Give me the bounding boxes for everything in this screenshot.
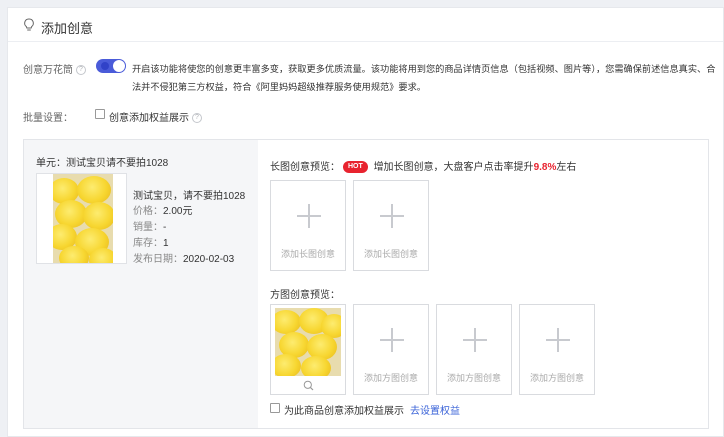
product-thumbnail [36,173,127,264]
square-preview-title: 方图创意预览： [270,290,340,301]
add-square-creative-slot[interactable]: 添加方图创意 [436,304,512,395]
batch-rights-checkbox[interactable] [95,109,105,119]
product-name: 测试宝贝，请不要拍1028 [133,191,246,202]
long-preview-title: 长图创意预览： HOT 增加长图创意，大盘客户点击率提升9.8%左右 [270,161,577,174]
page-header: 添加创意 [8,8,723,42]
product-price: 价格：2.00元 [133,206,193,217]
add-long-creative-slot[interactable]: 添加长图创意 [353,180,429,271]
unit-title: 单元：测试宝贝请不要拍1028 [36,158,169,169]
creative-switch-description: 开启该功能将使您的创意更丰富多变，获取更多优质流量。该功能将用到您的商品详情页信… [132,64,716,92]
creative-panel: 单元：测试宝贝请不要拍1028 测试宝贝，请不要拍1028 价格：2.00元 销… [23,139,709,429]
toggle-knob [113,60,125,72]
product-stock: 库存：1 [133,238,169,249]
product-rights-checkbox[interactable] [270,403,280,413]
batch-rights-label: 创意添加权益展示? [109,109,202,124]
square-product-image [275,308,341,376]
unit-info-panel: 单元：测试宝贝请不要拍1028 测试宝贝，请不要拍1028 价格：2.00元 销… [24,140,258,428]
creative-switch-label: 创意万花筒? [23,61,86,76]
help-icon[interactable]: ? [192,113,202,124]
preview-area: 长图创意预览： HOT 增加长图创意，大盘客户点击率提升9.8%左右 添加长图创意… [258,140,708,428]
product-image [53,174,113,263]
add-long-creative-slot[interactable]: 添加长图创意 [270,180,346,271]
add-square-creative-slot[interactable]: 添加方图创意 [519,304,595,395]
creative-switch-toggle[interactable] [96,59,126,73]
page-title: 添加创意 [41,21,94,36]
add-creative-page: 添加创意 创意万花筒? 开启该功能将使您的创意更丰富多变，获取更多优质流量。该功… [7,7,724,437]
add-square-creative-slot[interactable]: 添加方图创意 [353,304,429,395]
toggle-indicator [101,62,109,70]
lightbulb-icon [24,18,34,31]
search-icon[interactable] [303,380,314,391]
product-date: 发布日期：2020-02-03 [133,254,235,265]
batch-settings-label: 批量设置： [23,113,73,124]
product-rights-label: 为此商品创意添加权益展示 去设置权益 [284,406,460,417]
set-rights-link[interactable]: 去设置权益 [410,406,460,417]
help-icon[interactable]: ? [76,65,86,76]
square-creative-thumbnail[interactable] [270,304,346,395]
hot-badge: HOT [343,161,368,174]
product-sales: 销量：- [133,222,167,233]
